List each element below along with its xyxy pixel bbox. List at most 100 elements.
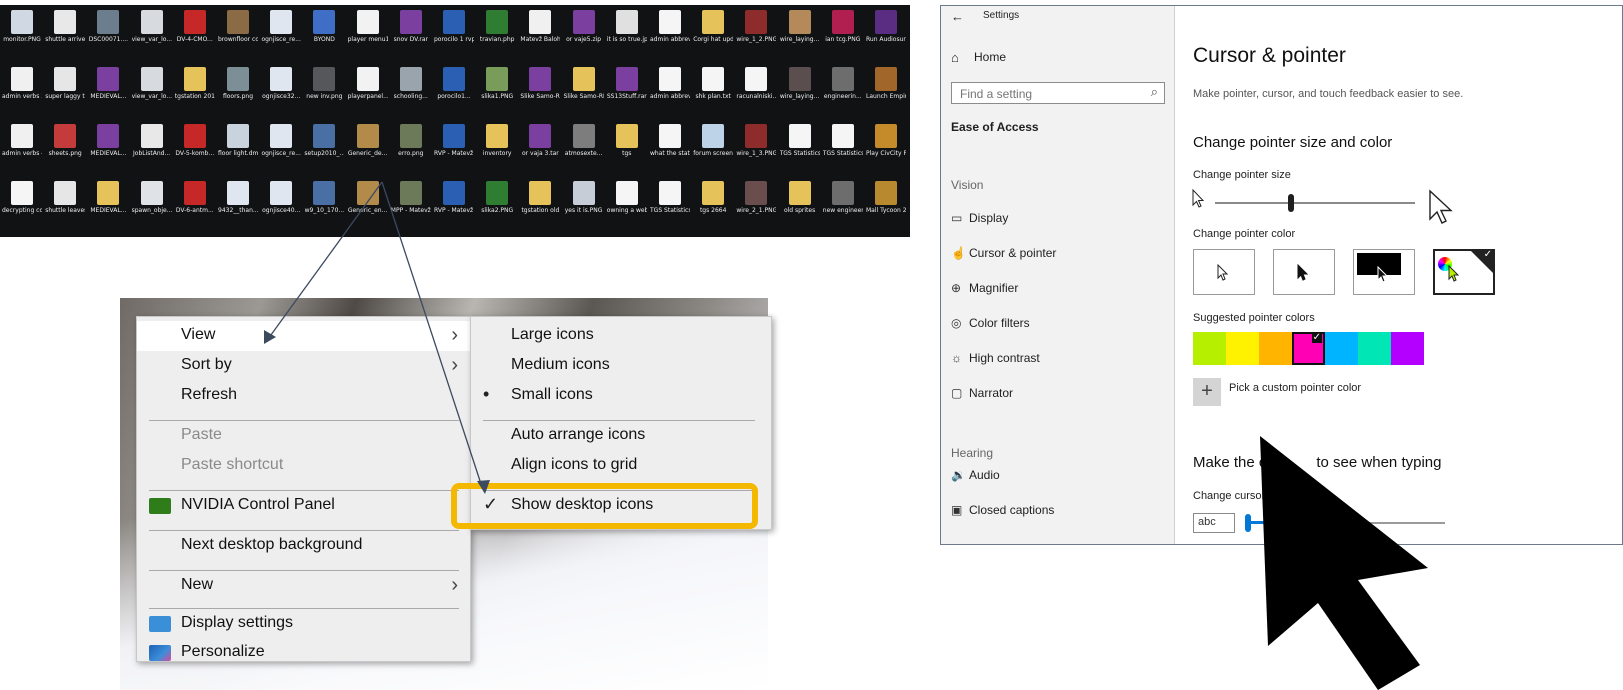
cursor-thickness-thumb[interactable] [1245, 514, 1251, 532]
desktop-icon[interactable]: owning a website.html [607, 178, 647, 234]
color-swatch[interactable] [1259, 332, 1292, 365]
desktop-icon[interactable]: what the station... [650, 121, 690, 177]
desktop-icon[interactable]: player menu1.PNG [348, 7, 388, 63]
sidebar-item-cursor-pointer[interactable]: ☝ Cursor & pointer [951, 246, 1056, 266]
pointer-color-black[interactable] [1273, 249, 1335, 295]
desktop-icon[interactable]: floors.png [218, 64, 258, 120]
menu-item-paste[interactable]: Paste [137, 421, 470, 451]
desktop-icon[interactable]: DSC00071.... [88, 7, 128, 63]
desktop-icon[interactable]: MEDIEVAL... [88, 121, 128, 177]
submenu-item-auto-arrange-icons[interactable]: Auto arrange icons [471, 421, 771, 451]
desktop-icon[interactable]: new inv.png [304, 64, 344, 120]
desktop-icon[interactable]: DV-4-CMO... [175, 7, 215, 63]
back-arrow-icon[interactable]: ← [951, 9, 964, 24]
pointer-size-slider[interactable] [1215, 194, 1415, 212]
desktop-icon[interactable]: or vaje5.zip [564, 7, 604, 63]
desktop-icon[interactable]: view_var_lo... [132, 64, 172, 120]
desktop-icon[interactable]: it is so true.jpg [607, 7, 647, 63]
desktop-icon[interactable]: setup2010_... [304, 121, 344, 177]
desktop-icon[interactable]: old sprites [780, 178, 820, 234]
desktop-icon[interactable]: Generic_en... [348, 178, 388, 234]
desktop-icon[interactable]: ognjisce_re... [261, 121, 301, 177]
desktop-icon[interactable]: Generic_de... [348, 121, 388, 177]
sidebar-item-audio[interactable]: 🔉 Audio [951, 468, 1000, 488]
sidebar-item-high-contrast[interactable]: ☼ High contrast [951, 351, 1040, 371]
desktop-icon[interactable]: admin abbreviatio... [650, 7, 690, 63]
menu-item-sort-by[interactable]: Sort by › [137, 351, 470, 381]
color-swatch[interactable]: ✓ [1292, 332, 1325, 365]
desktop-icon[interactable]: Play CivCity Rome [866, 121, 906, 177]
desktop-icon[interactable]: porocilo 1 rvp.doc [434, 7, 474, 63]
desktop-icon[interactable]: brownfloor copy.png [218, 7, 258, 63]
desktop-icon[interactable]: DV-6-antm... [175, 178, 215, 234]
desktop-icon[interactable]: slika2.PNG [477, 178, 517, 234]
desktop-icon[interactable]: wire_1_3.PNG [736, 121, 776, 177]
desktop-icon[interactable]: spawn_obje... [132, 178, 172, 234]
menu-item-paste-shortcut[interactable]: Paste shortcut [137, 451, 470, 481]
desktop-icon[interactable]: Run Audiosurf [866, 7, 906, 63]
desktop-icon[interactable]: TGS Statistics 2011-12-16... [650, 178, 690, 234]
desktop-icon[interactable]: 9432__than... [218, 178, 258, 234]
desktop-icon[interactable]: porocilo1... [434, 64, 474, 120]
desktop-icon[interactable]: view_var_lo... [132, 7, 172, 63]
desktop-icon[interactable]: wire_2_1.PNG [736, 178, 776, 234]
desktop-icon[interactable]: admin verbs 4.PNG [2, 121, 42, 177]
desktop-icon[interactable]: or vaja 3.tar [520, 121, 560, 177]
menu-item-display-settings[interactable]: Display settings [137, 609, 470, 639]
desktop-icon[interactable]: MEDIEVAL... [88, 178, 128, 234]
desktop-icon[interactable]: new engineerin... [823, 178, 863, 234]
desktop-icon[interactable]: snov DV.rar [391, 7, 431, 63]
home-link[interactable]: Home [974, 50, 1006, 64]
desktop-icon[interactable]: wire_laying... [780, 64, 820, 120]
desktop-icon[interactable]: tgstation 2011-09-28 [175, 64, 215, 120]
desktop-icon[interactable]: RVP - Matevž Baloh - Por... [434, 121, 474, 177]
submenu-item-medium-icons[interactable]: Medium icons [471, 351, 771, 381]
desktop-icon[interactable]: ognjisce_re... [261, 7, 301, 63]
desktop-icon[interactable]: TGS Statistics 2011-12-24... [823, 121, 863, 177]
desktop-icon[interactable]: JobListAnd... [132, 121, 172, 177]
desktop-icon[interactable]: shuttle arrives.PNG [45, 7, 85, 63]
desktop-icon[interactable]: erro.png [391, 121, 431, 177]
color-swatch[interactable] [1226, 332, 1259, 365]
desktop-icon[interactable]: slika1.PNG [477, 64, 517, 120]
desktop-icon[interactable]: forum screenshot... [693, 121, 733, 177]
sidebar-item-narrator[interactable]: ▢ Narrator [951, 386, 1013, 406]
desktop-icon[interactable]: schooling... [391, 64, 431, 120]
desktop-icon[interactable]: RVP - Matevž Baloh - Por... [434, 178, 474, 234]
desktop-icon[interactable]: tgstation old [520, 178, 560, 234]
menu-item-view[interactable]: View › [137, 321, 470, 351]
desktop-icon[interactable]: sheets.png [45, 121, 85, 177]
desktop-icon[interactable]: Slike Samo-RD.rar [520, 64, 560, 120]
pointer-color-white[interactable] [1193, 249, 1255, 295]
search-input[interactable] [958, 84, 1146, 104]
desktop-icon[interactable]: shuttle leaves.PNG [45, 178, 85, 234]
sidebar-item-color-filters[interactable]: ◎ Color filters [951, 316, 1030, 336]
pointer-color-custom[interactable]: ✓ [1433, 249, 1495, 295]
pointer-color-inverted[interactable] [1353, 249, 1415, 295]
color-swatch[interactable] [1325, 332, 1358, 365]
desktop-icon[interactable]: inventory [477, 121, 517, 177]
pointer-size-thumb[interactable] [1288, 194, 1294, 212]
desktop-icon[interactable]: Mall Tycoon 2 Deluxe [866, 178, 906, 234]
desktop-icon[interactable]: admin abbreviatio... [650, 64, 690, 120]
cursor-thickness-slider[interactable] [1245, 514, 1445, 532]
desktop-icon[interactable]: ognjisce40... [261, 178, 301, 234]
menu-item-personalize[interactable]: Personalize [137, 638, 470, 668]
color-swatch[interactable] [1193, 332, 1226, 365]
desktop-icon[interactable]: ian tcg.PNG [823, 7, 863, 63]
desktop-icon[interactable]: admin verbs 3.PNG [2, 64, 42, 120]
desktop-icon[interactable]: Launch Empire Ea... [866, 64, 906, 120]
desktop-icon[interactable]: shk plan.txt [693, 64, 733, 120]
color-swatch[interactable] [1391, 332, 1424, 365]
desktop-icon[interactable]: decrypting code.txt [2, 178, 42, 234]
desktop-icon[interactable]: racunalniski... [736, 64, 776, 120]
menu-item-next-desktop-background[interactable]: Next desktop background [137, 531, 470, 561]
menu-item-new[interactable]: New › [137, 571, 470, 601]
sidebar-item-closed-captions[interactable]: ▣ Closed captions [951, 503, 1054, 523]
desktop-icon[interactable]: Slike Samo-RD [564, 64, 604, 120]
desktop-icon[interactable]: wire_1_2.PNG [736, 7, 776, 63]
desktop-icon[interactable]: TGS Statistics 2011-12-19... [780, 121, 820, 177]
pick-custom-color-button[interactable]: + [1193, 378, 1221, 406]
desktop-icon[interactable]: atmosexte... [564, 121, 604, 177]
desktop-icon[interactable]: MEDIEVAL... [88, 64, 128, 120]
